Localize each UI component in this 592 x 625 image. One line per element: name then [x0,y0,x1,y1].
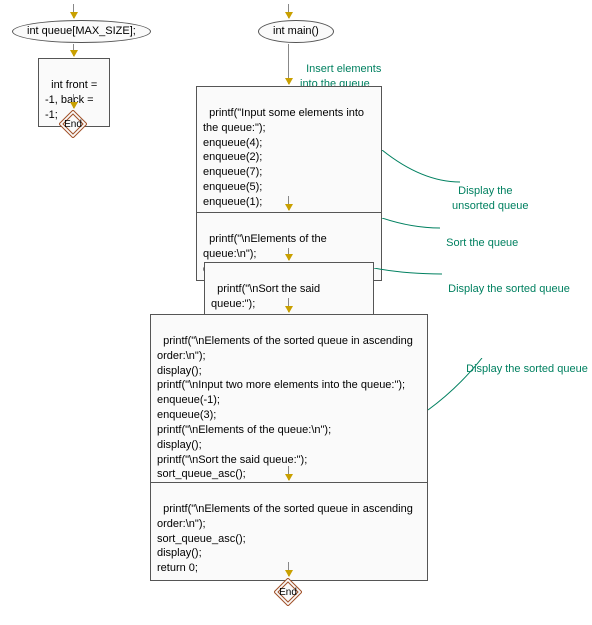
box-right-4-text: printf("\nElements of the sorted queue i… [157,335,413,481]
arrow-right-3 [288,248,289,260]
arrow-right-4 [288,298,289,312]
annotation-insert: Insert elements into the queue [300,48,381,91]
arrow-left-entry [73,4,74,18]
arrow-right-entry [288,4,289,18]
arrow-left-2 [73,94,74,108]
annotation-display-sorted-1-text: Display the sorted queue [448,283,570,295]
annotation-display-sorted-2-text: Display the sorted queue [466,363,588,375]
connector-a4 [374,268,444,286]
annotation-display-sorted-1: Display the sorted queue [442,268,570,297]
arrow-right-1 [288,44,289,84]
arrow-right-2 [288,196,289,210]
terminal-left-queue-decl-text: int queue[MAX_SIZE]; [27,25,136,37]
annotation-display-unsorted-text: Display the unsorted queue [452,185,528,211]
terminal-right-main: int main() [258,20,334,43]
annotation-display-unsorted: Display the unsorted queue [452,170,528,213]
annotation-sort: Sort the queue [440,222,518,251]
annotation-display-sorted-2: Display the sorted queue [460,348,588,377]
annotation-sort-text: Sort the queue [446,237,518,249]
box-right-4-more: printf("\nElements of the sorted queue i… [150,314,428,487]
end-right-text: End [279,587,297,598]
terminal-right-main-text: int main() [273,25,319,37]
end-right: End [274,578,302,606]
box-right-1-text: printf("Input some elements into the que… [203,107,364,208]
connector-a2 [382,150,462,190]
box-right-5-text: printf("\nElements of the sorted queue i… [157,503,413,574]
box-right-1-enqueue-initial: printf("Input some elements into the que… [196,86,382,215]
arrow-right-5 [288,466,289,480]
end-left-text: End [64,119,82,130]
box-right-5-final: printf("\nElements of the sorted queue i… [150,482,428,581]
arrow-right-6 [288,562,289,576]
end-left: End [59,110,87,138]
connector-a3 [382,218,442,236]
arrow-left-1 [73,44,74,56]
terminal-left-queue-decl: int queue[MAX_SIZE]; [12,20,151,43]
